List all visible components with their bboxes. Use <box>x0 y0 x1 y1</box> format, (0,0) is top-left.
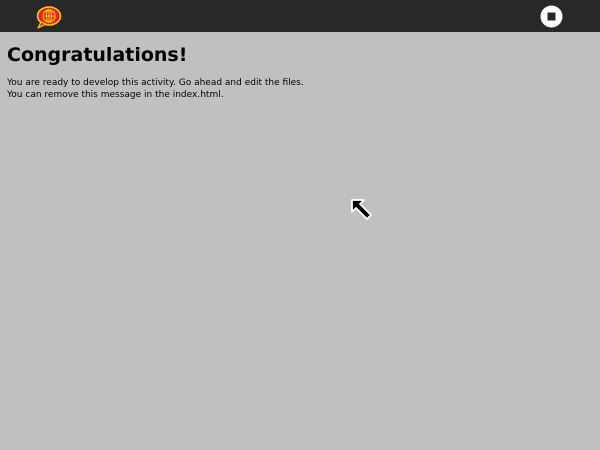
welcome-message: You are ready to develop this activity. … <box>7 78 304 101</box>
activity-canvas: Congratulations! You are ready to develo… <box>0 32 600 450</box>
speech-bubble-globe-icon[interactable] <box>35 5 63 29</box>
activity-toolbar <box>0 0 600 32</box>
stop-button[interactable] <box>540 5 563 28</box>
message-line: You can remove this message in the index… <box>7 89 224 100</box>
message-line: You are ready to develop this activity. … <box>7 78 304 88</box>
stop-icon <box>540 5 563 28</box>
page-title: Congratulations! <box>7 44 188 66</box>
